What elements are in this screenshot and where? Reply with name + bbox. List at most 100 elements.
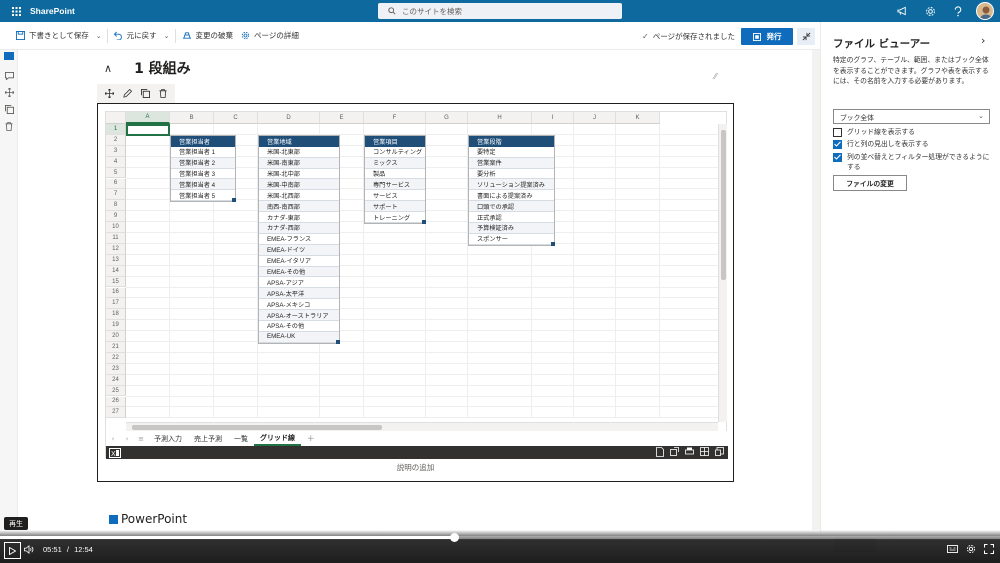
edit-pencil-icon[interactable] — [123, 89, 133, 98]
sheet-tab[interactable]: 予測入力 — [148, 431, 188, 446]
panel-checkbox-row[interactable]: 列の並べ替えとフィルター処理ができるようにする — [833, 152, 993, 172]
sheet-tab[interactable]: 売上予測 — [188, 431, 228, 446]
undo-button[interactable]: 元に戻す — [110, 22, 161, 50]
move-icon[interactable] — [105, 89, 115, 98]
add-caption[interactable]: 説明の追加 — [97, 462, 734, 473]
fullscreen-icon[interactable] — [984, 544, 994, 554]
column-header[interactable]: F — [364, 112, 426, 124]
table-cell[interactable]: 正式承認 — [469, 212, 554, 224]
fullscreen-icon[interactable] — [715, 447, 724, 457]
row-header[interactable]: 11 — [106, 233, 126, 244]
sheet-list-icon[interactable]: ≡ — [134, 435, 148, 443]
table-cell[interactable]: 製品 — [365, 169, 425, 180]
table-cell[interactable]: 営業担当者 1 — [171, 147, 235, 158]
row-header[interactable]: 9 — [106, 211, 126, 223]
table-resize-handle[interactable] — [232, 198, 236, 203]
table-cell[interactable]: EMEA-フランス — [259, 234, 339, 245]
move-icon[interactable] — [0, 84, 18, 101]
chevron-down-icon[interactable]: ⌄ — [93, 32, 105, 40]
table-cell[interactable]: サポート — [365, 201, 425, 213]
table-cell[interactable]: APSA-アジア — [259, 277, 339, 289]
page-details-button[interactable]: ページの詳細 — [237, 22, 303, 50]
table-cell[interactable]: コンサルティング — [365, 147, 425, 158]
play-button[interactable] — [4, 542, 21, 559]
row-header[interactable]: 17 — [106, 298, 126, 310]
row-header[interactable]: 15 — [106, 276, 126, 288]
row-header[interactable]: 10 — [106, 222, 126, 233]
column-header[interactable]: B — [170, 112, 214, 124]
download-icon[interactable] — [656, 447, 664, 457]
table-cell[interactable]: カナダ-東部 — [259, 212, 339, 224]
table-cell[interactable]: 書面による提案済み — [469, 190, 554, 202]
excel-table[interactable]: 営業担当者 営業担当者 1 営業担当者 2 営業担当者 3 営業担当者 4 営業担当者 5 — [170, 134, 236, 203]
row-header[interactable]: 20 — [106, 331, 126, 342]
table-cell[interactable]: 米国-北東部 — [259, 147, 339, 158]
gear-icon[interactable] — [916, 0, 944, 22]
print-icon[interactable] — [685, 447, 694, 457]
table-cell[interactable]: 米国-南東部 — [259, 157, 339, 169]
canvas-scrollbar[interactable] — [812, 50, 820, 530]
table-cell[interactable]: 営業案件 — [469, 157, 554, 169]
table-cell[interactable]: スポンサー — [469, 234, 554, 245]
chevron-down-icon[interactable]: ⌄ — [161, 32, 173, 40]
excel-table[interactable]: 営業項目 コンサルティング ミックス 製品 専門サービス サービス サポート トレーニング — [364, 134, 426, 225]
excel-table[interactable]: 営業地域 米国-北東部 米国-南東部 米国-北中部 米国-中南部 米国-北西部 南西-南西部… — [258, 134, 340, 344]
change-file-button[interactable]: ファイルの変更 — [833, 175, 907, 191]
settings-gear-icon[interactable] — [966, 544, 976, 554]
table-view-icon[interactable] — [700, 447, 709, 457]
duplicate-icon[interactable] — [140, 89, 150, 98]
volume-icon[interactable] — [24, 545, 34, 554]
column-header[interactable]: H — [468, 112, 532, 124]
row-header[interactable]: 19 — [106, 320, 126, 332]
table-cell[interactable]: ソリューション提案済み — [469, 179, 554, 191]
discard-changes-button[interactable]: 変更の破棄 — [178, 22, 238, 50]
table-cell[interactable]: EMEA-UK — [259, 331, 339, 343]
table-cell[interactable]: サービス — [365, 190, 425, 202]
table-cell[interactable]: 営業担当者 5 — [171, 190, 235, 202]
table-cell[interactable]: EMEA-イタリア — [259, 256, 339, 267]
row-header[interactable]: 4 — [106, 156, 126, 168]
table-cell[interactable]: カナダ-西部 — [259, 223, 339, 234]
table-cell[interactable]: 営業担当者 2 — [171, 157, 235, 169]
row-header[interactable]: 22 — [106, 352, 126, 364]
vertical-scrollbar[interactable] — [718, 124, 727, 422]
checkbox-checked[interactable] — [833, 139, 842, 149]
row-header[interactable]: 27 — [106, 407, 126, 419]
table-cell[interactable]: 営業担当者 3 — [171, 169, 235, 180]
table-cell[interactable]: EMEA-その他 — [259, 266, 339, 278]
column-header[interactable]: A — [126, 112, 170, 124]
column-header[interactable]: K — [616, 112, 660, 124]
scroll-thumb[interactable] — [721, 130, 726, 280]
column-header[interactable]: I — [532, 112, 574, 124]
table-cell[interactable]: 要特定 — [469, 147, 554, 158]
trash-icon[interactable] — [159, 89, 167, 98]
share-icon[interactable] — [670, 447, 679, 457]
table-cell[interactable]: APSA-メキシコ — [259, 299, 339, 311]
table-cell[interactable]: EMEA-ドイツ — [259, 244, 339, 256]
table-cell[interactable]: トレーニング — [365, 212, 425, 224]
column-header[interactable]: J — [574, 112, 616, 124]
table-cell[interactable]: 米国-北西部 — [259, 190, 339, 202]
progress-track[interactable] — [0, 533, 1000, 542]
row-header[interactable]: 6 — [106, 178, 126, 190]
site-search-box[interactable]: このサイトを検索 — [378, 3, 622, 19]
collapse-panel-icon[interactable] — [797, 28, 815, 45]
view-scope-dropdown[interactable]: ブック全体 ⌄ — [833, 109, 990, 124]
row-header[interactable]: 14 — [106, 265, 126, 277]
table-cell[interactable]: APSA-その他 — [259, 321, 339, 332]
row-header[interactable]: 5 — [106, 167, 126, 179]
publish-button[interactable]: 発行 — [741, 28, 793, 45]
checkbox-checked[interactable] — [833, 152, 842, 162]
row-header[interactable]: 3 — [106, 145, 126, 157]
column-header[interactable]: C — [214, 112, 258, 124]
sheet-tab[interactable]: 一覧 — [228, 431, 254, 446]
sheet-tab[interactable]: グリッド線 — [254, 431, 301, 446]
table-cell[interactable]: APSA-オーストラリア — [259, 310, 339, 322]
table-resize-handle[interactable] — [336, 339, 340, 344]
panel-checkbox-row[interactable]: グリッド線を表示する — [833, 127, 993, 137]
table-resize-handle[interactable] — [551, 241, 555, 246]
comment-icon[interactable] — [0, 67, 18, 84]
row-header[interactable]: 7 — [106, 189, 126, 201]
row-header[interactable]: 12 — [106, 243, 126, 255]
checkbox-unchecked[interactable] — [833, 127, 842, 137]
